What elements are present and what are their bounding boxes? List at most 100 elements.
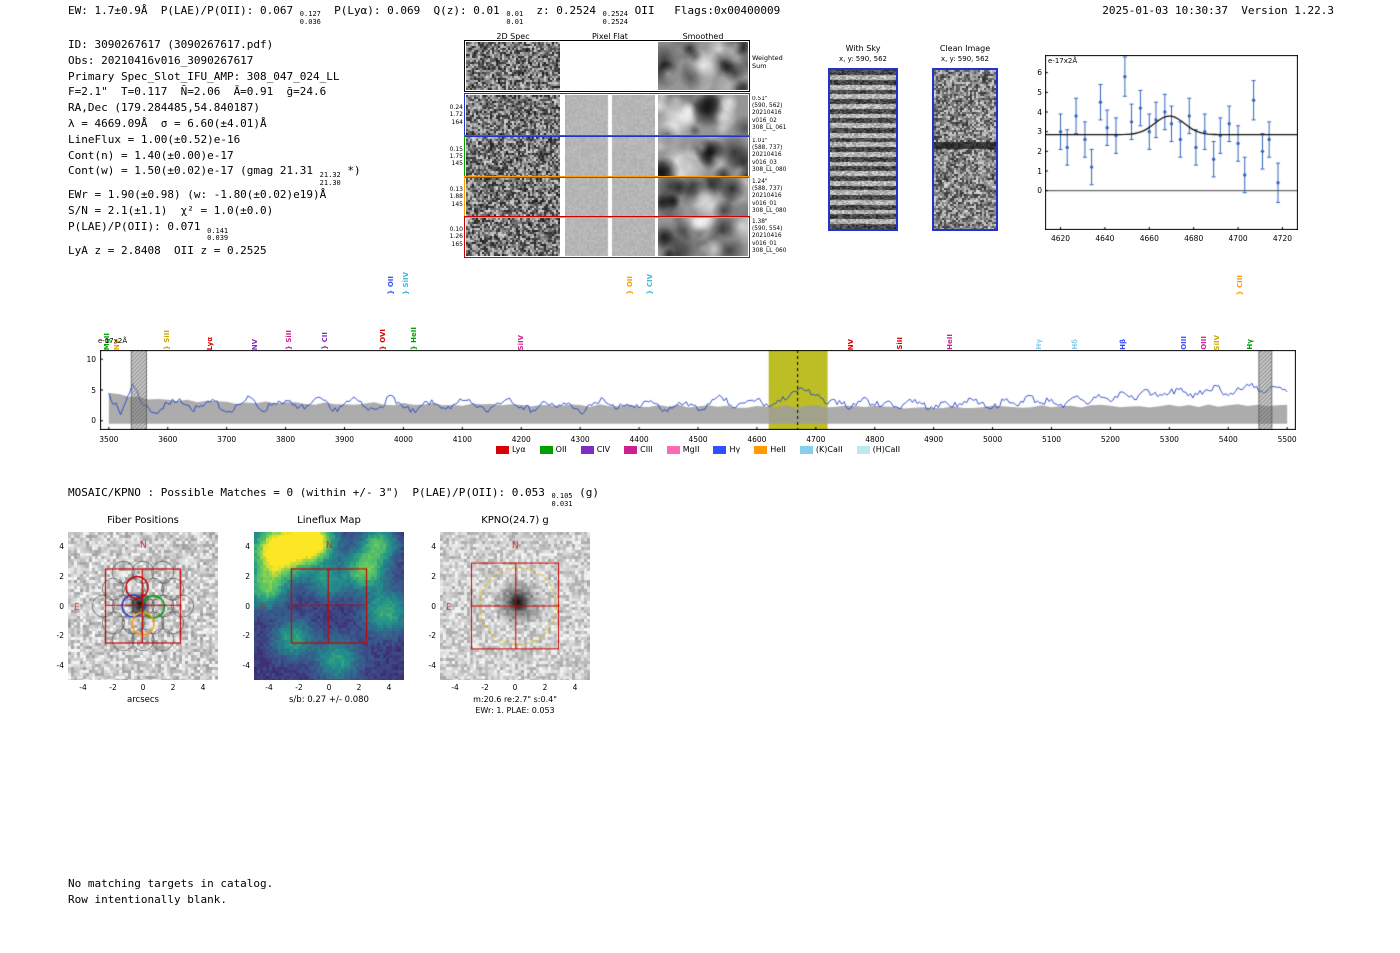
tick-label: 2: [59, 571, 64, 581]
text-segment: λ = 4669.09Å σ = 6.60(±4.01)Å: [68, 116, 267, 130]
tick-label: 2: [431, 571, 436, 581]
tick-label: 4: [59, 542, 64, 552]
tick-label: 5: [91, 385, 96, 395]
text-segment: MOSAIC/KPNO : Possible Matches = 0 (with…: [68, 486, 552, 499]
tick-label: 4500: [688, 435, 708, 444]
legend-item: (K)CaII: [799, 445, 843, 454]
tick-label: -4: [242, 660, 250, 670]
tick-label: 4800: [865, 435, 885, 444]
info-line: Primary Spec_Slot_IFU_AMP: 308_047_024_L…: [68, 69, 361, 85]
weighted-sum-label: Weighted Sum: [752, 54, 783, 70]
info-line: λ = 4669.09Å σ = 6.60(±4.01)Å: [68, 116, 361, 132]
spectral-line-marker: } SiII: [284, 329, 293, 350]
tick-label: -2: [295, 683, 303, 692]
header-summary-line: EW: 1.7±0.9Å P(LAE)/P(OII): 0.067 0.127 0…: [68, 4, 780, 27]
spectral-line-marker: NV: [846, 338, 855, 350]
info-line: ID: 3090267617 (3090267617.pdf): [68, 37, 361, 53]
legend-item: CIV: [580, 445, 611, 454]
spectral-line-marker: HeII: [946, 334, 955, 350]
lineflux-map-image: [254, 532, 404, 680]
tick-label: 5300: [1159, 435, 1179, 444]
spectral-line-marker: } OII: [387, 276, 396, 295]
tick-label: 5200: [1100, 435, 1120, 444]
mosaic-match-summary: MOSAIC/KPNO : Possible Matches = 0 (with…: [68, 486, 599, 509]
spec2d-cell-image: [658, 218, 748, 256]
tick-label: 0: [326, 683, 332, 692]
text-segment: LineFlux = 1.00(±0.52)e-16: [68, 132, 241, 146]
text-segment: S/N = 2.1(±1.1) χ² = 1.0(±0.0): [68, 204, 274, 218]
tick-label: 4700: [806, 435, 826, 444]
lineflux-map-panel: Lineflux Map s/b: 0.27 +/- 0.080 -4 -2 0 2 4…: [226, 513, 436, 723]
info-line: Cont(w) = 1.50(±0.02)e-17 (gmag 21.31 21…: [68, 163, 361, 187]
spectral-line-marker: } CII: [321, 332, 330, 350]
clean-image-panel: Clean Image x, y: 590, 562: [928, 44, 1002, 244]
text-segment: P(Lyα): 0.069 Q(z): 0.01: [320, 4, 507, 17]
text-segment: *): [340, 164, 361, 178]
text-segment: Obs: 20210416v016_3090267617: [68, 53, 254, 67]
info-line: EWr = 1.90(±0.98) (w: -1.80(±0.02)e19)Å: [68, 187, 361, 203]
spectral-line-marker: } CIV: [646, 274, 655, 295]
info-line: Cont(n) = 1.40(±0.00)e-17: [68, 148, 361, 164]
spec2d-cutouts-panel: 2D Spec Pixel Flat Smoothed 0.24 1.72 164 0…: [440, 30, 802, 262]
tick-label: 0: [245, 601, 250, 611]
text-segment: (g): [572, 486, 600, 499]
tick-label: 4600: [747, 435, 767, 444]
tick-label: -2: [56, 631, 64, 641]
report-timestamp: 2025-01-03 10:30:37 Version 1.22.3: [1102, 4, 1334, 17]
info-line: Obs: 20210416v016_3090267617: [68, 53, 361, 69]
info-line: F=2.1" T=0.117 N̄=2.06 Ā=0.91 ḡ=24.6: [68, 84, 361, 100]
text-segment: F=2.1" T=0.117 N̄=2.06 Ā=0.91 ḡ=24.6: [68, 85, 327, 99]
spectrum-units-label: e-17x2Å: [98, 337, 128, 345]
tick-label: 5400: [1218, 435, 1238, 444]
tick-label: -4: [265, 683, 273, 692]
tick-label: 0: [431, 601, 436, 611]
spectral-line-marker: OIII: [1200, 336, 1209, 350]
tick-label: -2: [428, 631, 436, 641]
tick-label: 4700: [1228, 234, 1248, 243]
text-segment: RA,Dec (179.284485,54.840187): [68, 101, 261, 115]
tick-label: 4000: [393, 435, 413, 444]
tick-label: 4: [431, 542, 436, 552]
spec2d-row-scale-labels: 0.15 1.75 145: [449, 145, 463, 168]
tick-label: 4680: [1184, 234, 1204, 243]
with-sky-panel: With Sky x, y: 590, 562: [826, 44, 900, 244]
legend-item: MgII: [666, 445, 700, 454]
footer-line: Row intentionally blank.: [68, 892, 227, 906]
tick-label: 4100: [452, 435, 472, 444]
spec2d-row-annotations: 0.51" (590, 562) 20210416 v016_02 308_LL_061: [752, 96, 787, 131]
legend-swatch: [799, 445, 813, 454]
line-fit-plot-image: [1045, 55, 1298, 230]
spec2d-cell-image: [658, 137, 748, 176]
tick-label: 5500: [1277, 435, 1297, 444]
text-segment: Cont(w) = 1.50(±0.02)e-17 (gmag 21.31: [68, 164, 320, 178]
spectrum-image: [100, 350, 1296, 430]
tick-label: 5100: [1041, 435, 1062, 444]
spectral-line-marker: Lyα: [205, 336, 214, 350]
legend-item: (H)CaII: [856, 445, 900, 454]
with-sky-image: [828, 68, 898, 231]
spectral-line-marker: Hγ: [1035, 339, 1044, 350]
text-segment: EWr = 1.90(±0.98) (w: -1.80(±0.02)e19)Å: [68, 188, 327, 202]
spectral-line-marker: NV: [251, 338, 260, 350]
tick-label: 0: [512, 683, 518, 692]
legend-label: HeII: [770, 445, 786, 454]
text-segment: z: 0.2524: [523, 4, 603, 17]
spectral-line-marker: } CIII: [1235, 274, 1244, 295]
spectral-line-marker: } SiIV: [402, 272, 411, 295]
spectral-line-marker: } HeII: [409, 326, 418, 350]
elixer-detection-report: EW: 1.7±0.9Å P(LAE)/P(OII): 0.067 0.127 0…: [0, 0, 1400, 953]
footer-line: No matching targets in catalog.: [68, 877, 274, 890]
with-sky-title: With Sky: [845, 44, 881, 53]
zoom-units-label: e-17x2Å: [1048, 57, 1078, 65]
legend-label: MgII: [682, 445, 700, 454]
tick-label: 2: [356, 683, 362, 692]
tick-label: 4: [386, 683, 392, 692]
tick-label: 4: [200, 683, 206, 692]
info-line: RA,Dec (179.284485,54.840187): [68, 100, 361, 116]
kpno-image: [440, 532, 590, 680]
info-line: P(LAE)/P(OII): 0.071 0.141 0.039: [68, 219, 361, 243]
tick-label: 3900: [334, 435, 355, 444]
tick-label: 2: [170, 683, 176, 692]
tick-label: 0: [1037, 186, 1042, 196]
legend-label: CIV: [596, 445, 611, 454]
